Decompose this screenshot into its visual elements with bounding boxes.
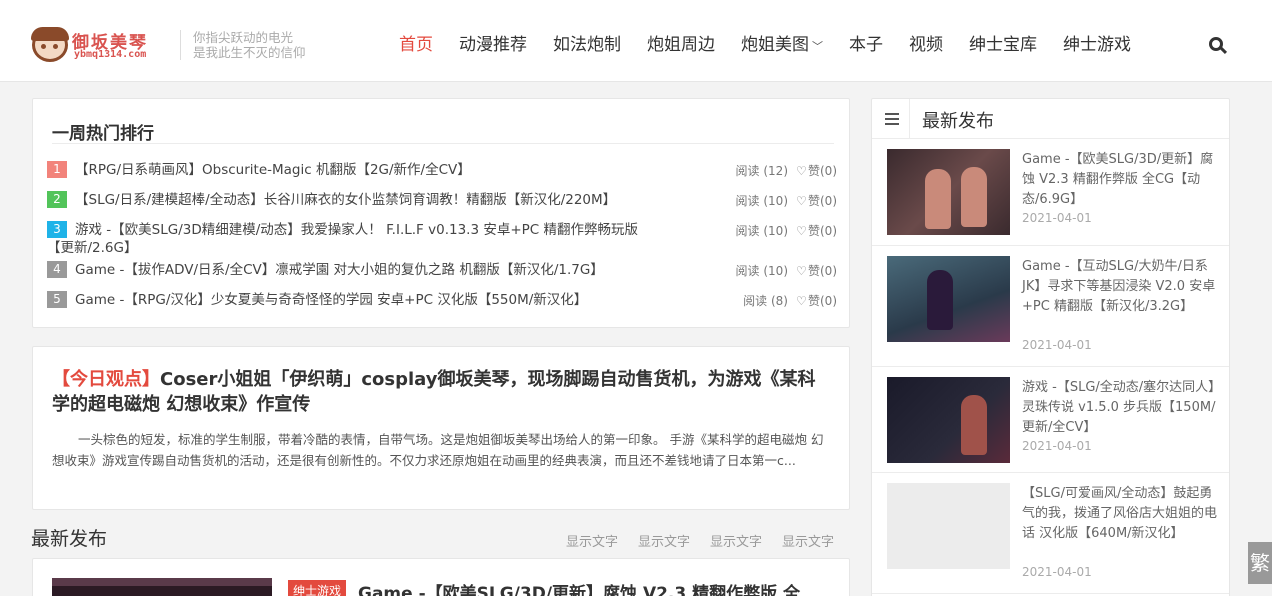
sidebar-post-date: 2021-04-01: [1022, 338, 1092, 352]
rank-badge: 5: [47, 291, 67, 308]
heart-icon[interactable]: ♡: [796, 164, 808, 178]
nav-item-merch[interactable]: 炮姐周边: [647, 30, 715, 62]
hot-item[interactable]: 5 Game -【RPG/汉化】少女夏美与奇奇怪怪的学园 安卓+PC 汉化版【5…: [47, 287, 837, 317]
heart-icon[interactable]: ♡: [796, 224, 808, 238]
hot-item-title[interactable]: Game -【RPG/汉化】少女夏美与奇奇怪怪的学园 安卓+PC 汉化版【550…: [75, 291, 683, 309]
today-viewpoint-card: 【今日观点】Coser小姐姐「伊织萌」cosplay御坂美琴，现场脚踢自动售货机…: [32, 346, 850, 510]
latest-tab[interactable]: 显示文字: [638, 531, 690, 550]
hot-item[interactable]: 3 游戏 -【欧美SLG/3D精细建模/动态】我爱操家人！ F.I.L.F v0…: [47, 217, 837, 257]
chevron-down-icon: ﹀: [812, 40, 823, 53]
viewpoint-tag: 【今日观点】: [52, 369, 160, 390]
hot-item-meta: 阅读 (10) ♡赞(0): [736, 262, 837, 279]
like-count[interactable]: 赞(0): [808, 224, 837, 238]
rank-badge: 4: [47, 261, 67, 278]
nav-item-games[interactable]: 绅士游戏: [1063, 30, 1131, 62]
site-header: 御坂美琴 ybmq1314.com 你指尖跃动的电光 是我此生不灭的信仰 首页 …: [0, 0, 1272, 82]
hot-item-meta: 阅读 (8) ♡赞(0): [743, 292, 837, 309]
site-logo[interactable]: 御坂美琴 ybmq1314.com: [31, 26, 160, 66]
sidebar-post[interactable]: 游戏 -【SLG/全动态/塞尔达同人】灵珠传说 v1.5.0 步兵版【150M/…: [872, 367, 1229, 473]
sidebar-post-title[interactable]: Game -【互动SLG/大奶牛/日系JK】寻求下等基因浸染 V2.0 安卓+P…: [1022, 257, 1218, 317]
weekly-hot-title: 一周热门排行: [52, 124, 154, 144]
nav-item-books[interactable]: 本子: [849, 30, 883, 62]
sidebar-post-title[interactable]: 游戏 -【SLG/全动态/塞尔达同人】灵珠传说 v1.5.0 步兵版【150M/…: [1022, 378, 1218, 438]
read-count: 阅读 (10): [735, 224, 788, 238]
post-thumbnail[interactable]: [887, 377, 1010, 463]
sidebar-post[interactable]: 【SLG/可爱画风/全动态】鼓起勇气的我，拨通了风俗店大姐姐的电话 汉化版【64…: [872, 473, 1229, 594]
nav-item-home[interactable]: 首页: [399, 30, 433, 62]
slogan-line-2: 是我此生不灭的信仰: [193, 45, 306, 60]
divider: [52, 143, 834, 144]
hot-item-meta: 阅读 (10) ♡赞(0): [736, 192, 837, 209]
sidebar-latest-panel: 最新发布 Game -【欧美SLG/3D/更新】腐蚀 V2.3 精翻作弊版 全C…: [871, 98, 1230, 596]
sidebar-title: 最新发布: [922, 111, 994, 132]
sidebar-post-date: 2021-04-01: [1022, 439, 1092, 453]
menu-icon[interactable]: [872, 99, 910, 139]
weekly-hot-panel: 一周热门排行 1 【RPG/日系萌画风】Obscurite-Magic 机翻版【…: [32, 98, 850, 328]
hot-item[interactable]: 4 Game -【拔作ADV/日系/全CV】凛戒学園 对大小姐的复仇之路 机翻版…: [47, 257, 837, 287]
logo-domain: ybmq1314.com: [74, 49, 147, 60]
nav-item-treasure[interactable]: 绅士宝库: [969, 30, 1037, 62]
like-count[interactable]: 赞(0): [808, 294, 837, 308]
sidebar-post-title[interactable]: 【SLG/可爱画风/全动态】鼓起勇气的我，拨通了风俗店大姐姐的电话 汉化版【64…: [1022, 484, 1218, 544]
nav-item-gallery[interactable]: 炮姐美图 ﹀: [741, 30, 823, 62]
hot-item-title[interactable]: 游戏 -【欧美SLG/3D精细建模/动态】我爱操家人！ F.I.L.F v0.1…: [47, 221, 655, 257]
sidebar-post[interactable]: Game -【欧美SLG/3D/更新】腐蚀 V2.3 精翻作弊版 全CG【动态/…: [872, 139, 1229, 246]
viewpoint-excerpt: 一头棕色的短发，标准的学生制服，带着冷酷的表情，自带气场。这是炮姐御坂美琴出场给…: [52, 432, 824, 468]
hot-item-meta: 阅读 (10) ♡赞(0): [736, 222, 837, 239]
latest-tabs: 显示文字 显示文字 显示文字 显示文字: [566, 531, 854, 550]
slogan-line-1: 你指尖跃动的电光: [193, 30, 294, 45]
latest-post-card: 绅士游戏 Game -【欧美SLG/3D/更新】腐蚀 V2.3 精翻作弊版 全: [32, 558, 850, 596]
nav-item-anime[interactable]: 动漫推荐: [459, 30, 527, 62]
nav-item-video[interactable]: 视频: [909, 30, 943, 62]
post-thumbnail[interactable]: [887, 149, 1010, 235]
like-count[interactable]: 赞(0): [808, 264, 837, 278]
hot-item-title[interactable]: 【SLG/日系/建模超棒/全动态】长谷川麻衣的女仆监禁饲育调教！精翻版【新汉化/…: [75, 191, 683, 209]
post-thumbnail-placeholder[interactable]: [887, 483, 1010, 569]
heart-icon[interactable]: ♡: [796, 294, 808, 308]
traditional-chinese-toggle[interactable]: 繁: [1248, 542, 1272, 584]
viewpoint-title-text[interactable]: Coser小姐姐「伊织萌」cosplay御坂美琴，现场脚踢自动售货机，为游戏《某…: [52, 369, 816, 415]
hot-list: 1 【RPG/日系萌画风】Obscurite-Magic 机翻版【2G/新作/全…: [47, 157, 837, 317]
read-count: 阅读 (8): [743, 294, 788, 308]
latest-section-title: 最新发布: [31, 528, 108, 550]
latest-tab[interactable]: 显示文字: [710, 531, 762, 550]
hot-item[interactable]: 1 【RPG/日系萌画风】Obscurite-Magic 机翻版【2G/新作/全…: [47, 157, 837, 187]
site-slogan: 你指尖跃动的电光 是我此生不灭的信仰: [180, 30, 306, 60]
like-count[interactable]: 赞(0): [808, 164, 837, 178]
read-count: 阅读 (10): [735, 264, 788, 278]
latest-tab[interactable]: 显示文字: [566, 531, 618, 550]
post-thumbnail[interactable]: [887, 256, 1010, 342]
sidebar-post-title[interactable]: Game -【欧美SLG/3D/更新】腐蚀 V2.3 精翻作弊版 全CG【动态/…: [1022, 150, 1218, 210]
heart-icon[interactable]: ♡: [796, 264, 808, 278]
nav-item-diy[interactable]: 如法炮制: [553, 30, 621, 62]
sidebar-header: 最新发布: [872, 99, 1229, 139]
sidebar-post-date: 2021-04-01: [1022, 565, 1092, 579]
hot-item-meta: 阅读 (12) ♡赞(0): [736, 162, 837, 179]
search-icon[interactable]: [1209, 37, 1228, 55]
read-count: 阅读 (12): [735, 164, 788, 178]
category-badge[interactable]: 绅士游戏: [288, 580, 347, 596]
viewpoint-title[interactable]: 【今日观点】Coser小姐姐「伊织萌」cosplay御坂美琴，现场脚踢自动售货机…: [52, 367, 832, 417]
hot-item-title[interactable]: Game -【拔作ADV/日系/全CV】凛戒学園 对大小姐的复仇之路 机翻版【新…: [75, 261, 683, 279]
rank-badge: 2: [47, 191, 67, 208]
heart-icon[interactable]: ♡: [796, 194, 808, 208]
logo-avatar-icon: [31, 27, 69, 62]
hot-item-title[interactable]: 【RPG/日系萌画风】Obscurite-Magic 机翻版【2G/新作/全CV…: [75, 161, 683, 179]
post-thumbnail[interactable]: [52, 578, 272, 596]
main-nav: 首页 动漫推荐 如法炮制 炮姐周边 炮姐美图 ﹀ 本子 视频 绅士宝库 绅士游戏: [386, 30, 1144, 62]
rank-badge: 1: [47, 161, 67, 178]
post-title[interactable]: Game -【欧美SLG/3D/更新】腐蚀 V2.3 精翻作弊版 全: [358, 579, 800, 596]
like-count[interactable]: 赞(0): [808, 194, 837, 208]
hot-item[interactable]: 2 【SLG/日系/建模超棒/全动态】长谷川麻衣的女仆监禁饲育调教！精翻版【新汉…: [47, 187, 837, 217]
nav-item-gallery-label: 炮姐美图: [741, 35, 809, 55]
sidebar-post[interactable]: Game -【互动SLG/大奶牛/日系JK】寻求下等基因浸染 V2.0 安卓+P…: [872, 246, 1229, 367]
sidebar-post-date: 2021-04-01: [1022, 211, 1092, 225]
read-count: 阅读 (10): [735, 194, 788, 208]
latest-tab[interactable]: 显示文字: [782, 531, 834, 550]
